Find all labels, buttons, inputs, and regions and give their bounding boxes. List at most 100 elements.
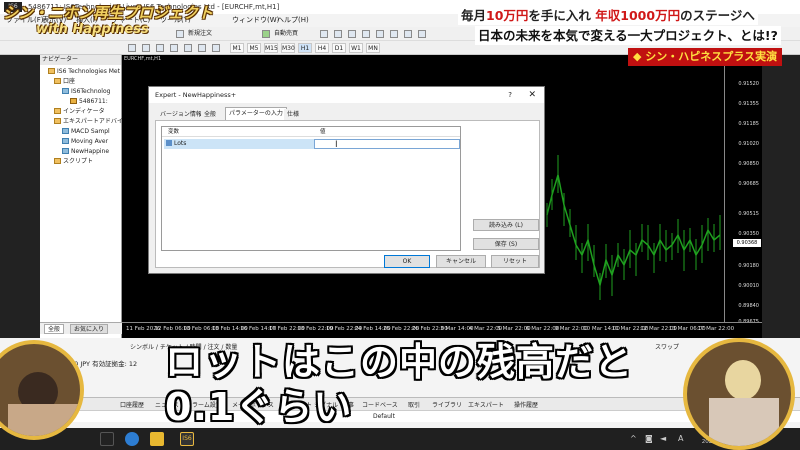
nav-ea-newhappiness[interactable]: NewHappine [62,147,109,156]
demo-subtitle: ◆ シン・ハピネスプラス実演 [628,48,783,66]
parameter-row[interactable]: Lots [162,139,460,149]
dialog-title: Expert - NewHappiness+ [155,91,237,99]
tab-codebase[interactable]: コードベース [362,400,398,409]
nav-ea-macd[interactable]: MACD Sampl [62,127,110,136]
server-icon [62,88,69,94]
tab-inputs[interactable]: パラメーターの入力 [225,107,287,121]
nav-expert-advisors[interactable]: エキスパートアドバイザ [54,117,129,126]
nav-ea-moving-average[interactable]: Moving Aver [62,137,108,146]
zoom-in-icon[interactable] [320,30,328,38]
nav-server[interactable]: IS6Technolog [62,87,110,96]
shift-icon[interactable] [376,30,384,38]
tf-h4[interactable]: H4 [315,43,329,53]
parameter-name: Lots [174,140,187,147]
tf-m1[interactable]: M1 [230,43,244,53]
windows-start-icon[interactable] [100,432,114,446]
nav-scripts[interactable]: スクリプト [54,157,93,166]
tf-m15[interactable]: M15 [264,43,278,53]
tab-library[interactable]: ライブラリ [432,400,462,409]
help-icon[interactable]: ? [508,87,512,103]
save-button[interactable]: 保存 (S) [473,238,539,250]
text-cursor-icon: I [335,140,338,150]
tagline-bottom: 日本の未来を本気で変える一大プロジェクト、とは!? [475,26,781,45]
close-icon[interactable]: ✕ [528,87,536,103]
tab-trade[interactable]: 取引 [408,400,420,409]
price-axis: 0.91520 0.91355 0.91185 0.91020 0.90850 … [724,55,762,338]
nav-tab-general[interactable]: 全般 [44,324,65,334]
price-tick: 0.90010 [738,283,759,289]
is6-app-icon[interactable]: IS6 [180,432,194,446]
zoom-out-icon[interactable] [334,30,342,38]
cursor-icon[interactable] [128,44,136,52]
tf-d1[interactable]: D1 [332,43,346,53]
tab-version-info[interactable]: バージョン情報 [157,109,205,120]
tf-h1[interactable]: H1 [298,43,312,53]
trendline-icon[interactable] [184,44,192,52]
edge-icon[interactable] [125,432,139,446]
file-explorer-icon[interactable] [150,432,164,446]
tf-m30[interactable]: M30 [281,43,295,53]
channel-icon[interactable] [198,44,206,52]
ime-icon[interactable]: A [678,434,683,443]
scroll-icon[interactable] [362,30,370,38]
nav-indicators[interactable]: インディケータ [54,107,105,116]
load-button[interactable]: 読み込み (L) [473,219,539,231]
nav-accounts[interactable]: 口座 [54,77,75,86]
auto-trade-icon[interactable] [262,30,270,38]
folder-icon [54,158,61,164]
fibo-icon[interactable] [212,44,220,52]
tagline-top: 毎月10万円を手に入れ 年収1000万円のステージへ [458,6,758,25]
reset-button[interactable]: リセット [491,255,539,268]
presenter-avatar-right [683,338,795,450]
tray-chevron-icon[interactable]: ^ [630,434,637,443]
cancel-button[interactable]: キャンセル [436,255,486,268]
logo-title-en: with Happiness [36,22,149,37]
vertical-line-icon[interactable] [156,44,164,52]
expert-icon [62,128,69,134]
tf-m5[interactable]: M5 [247,43,261,53]
parameter-header: 変数 値 [162,127,460,137]
tab-account-history[interactable]: 口座履歴 [120,400,144,409]
network-icon[interactable]: ◙ [645,434,653,443]
horizontal-line-icon[interactable] [170,44,178,52]
indicators-icon[interactable] [390,30,398,38]
auto-trade-button[interactable]: 自動売買 [274,29,298,39]
price-tick: 0.90685 [738,181,759,187]
taskbar: IS6 ^ ◙ ◄ A 2026/03/1 [0,428,800,450]
parameter-name-cell[interactable]: Lots [164,139,314,149]
screen: IS6 5486711: IS6Technologies-Live - IS6 … [0,0,800,450]
expert-properties-dialog: Expert - NewHappiness+ ? ✕ バージョン情報 全般 パラ… [148,86,545,274]
menu-help[interactable]: ヘルプ(H) [277,14,309,27]
dialog-body: 変数 値 Lots I 読み込み (L) 保存 (S) [155,120,540,268]
logo-title-jp: シン・ニホン再生プロジェクト [3,4,214,22]
nav-account-number[interactable]: 5486711: [70,97,108,106]
new-order-button[interactable]: 新規注文 [188,29,212,39]
tile-icon[interactable] [348,30,356,38]
menu-window[interactable]: ウィンドウ(W) [232,14,279,27]
price-tick: 0.91020 [738,141,759,147]
tf-mn[interactable]: MN [366,43,380,53]
terminal-tabs: 口座履歴 ニュース アラーム設定 メールボックス マーケット シグナル 記事 コ… [0,397,800,410]
folder-icon [54,108,61,114]
tab-common[interactable]: 全般 [201,109,220,120]
price-line [546,174,721,288]
nav-terminal[interactable]: IS6 Technologies Met [48,67,120,76]
crosshair-icon[interactable] [142,44,150,52]
price-tick: 0.91520 [738,81,759,87]
dialog-titlebar: Expert - NewHappiness+ ? ✕ [149,87,544,103]
time-tick: 17 Mar 22:00 [697,326,735,332]
price-tick: 0.91355 [738,101,759,107]
nav-tab-favorites[interactable]: お気に入り [70,324,109,334]
tab-specs[interactable]: 仕様 [284,109,303,120]
volume-icon[interactable]: ◄ [660,434,666,443]
price-tick: 0.89840 [738,303,759,309]
price-tick: 0.90350 [738,231,759,237]
tab-experts[interactable]: エキスパート [468,400,504,409]
templates-icon[interactable] [418,30,426,38]
navigator-panel: ナビゲーター IS6 Technologies Met 口座 IS6Techno… [40,55,129,338]
ok-button[interactable]: OK [384,255,430,268]
periods-icon[interactable] [404,30,412,38]
tab-journal[interactable]: 操作履歴 [514,400,538,409]
tf-w1[interactable]: W1 [349,43,363,53]
price-tick: 0.90515 [738,211,759,217]
